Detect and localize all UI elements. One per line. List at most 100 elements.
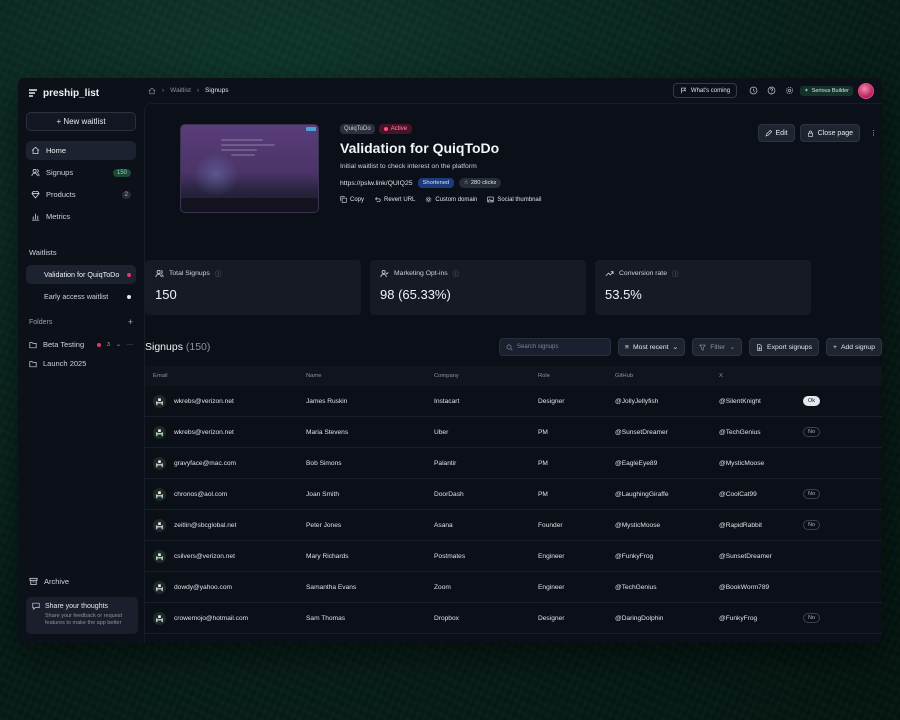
sidebar-item-signups[interactable]: Signups 150 [26,163,136,182]
table-row[interactable]: crowemojo@hotmail.com Sam Thomas Dropbox De… [145,603,882,634]
status-chip[interactable]: No [803,520,821,530]
cell-status: No [803,427,882,437]
plus-icon: + [833,343,837,351]
waitlist-url[interactable]: https://pslw.link/QUIQ25 [340,180,413,187]
col-github[interactable]: GitHub [615,373,719,379]
col-name[interactable]: Name [306,373,434,379]
status-chip[interactable]: Ok [803,396,821,406]
folder-item[interactable]: Beta Testing 3 ⌄ ··· [26,335,136,354]
cell-company: Palantir [434,459,457,467]
whats-coming-label: What's coming [690,87,731,94]
archive-link[interactable]: Archive [29,577,69,586]
filter-button[interactable]: Filter ⌄ [692,338,743,356]
user-avatar-icon [156,583,163,591]
col-role[interactable]: Role [538,373,615,379]
export-label: Export signups [767,343,812,351]
status-chip[interactable]: No [803,613,821,623]
waitlist-description: Initial waitlist to check interest on th… [340,163,477,170]
revert-url-button[interactable]: Revert URL [374,196,415,203]
breadcrumb-signups[interactable]: Signups [205,87,229,94]
status-badge: Active [378,124,413,134]
count-badge: 2 [121,190,131,199]
signups-table: Email Name Company Role GitHub X wkrebs@… [145,366,882,643]
copy-icon [340,196,347,203]
folder-item[interactable]: Launch 2025 [26,354,136,373]
chevron-down-icon[interactable]: ⌄ [116,341,121,348]
user-avatar-icon [156,397,163,405]
user-avatar[interactable] [858,82,874,99]
col-x[interactable]: X [719,373,803,379]
revert-url-label: Revert URL [384,196,416,203]
copy-button[interactable]: Copy [340,196,364,203]
col-email[interactable]: Email [153,373,306,379]
waitlist-item[interactable]: Validation for QuiqToDo [26,265,136,284]
social-thumbnail-button[interactable]: Social thumbnail [487,196,541,203]
users-icon [155,269,164,277]
close-page-button[interactable]: Close page [799,124,860,142]
table-row[interactable]: wkrebs@verizon.net James Ruskin Instacart D… [145,386,882,417]
search-input[interactable]: Search signups [517,344,558,350]
avatar [153,549,166,563]
cell-email: wkrebs@verizon.net [153,425,306,439]
history-icon[interactable] [749,86,758,95]
avatar [153,425,166,439]
email-text: chronos@aol.com [174,490,228,498]
email-text: wkrebs@verizon.net [174,428,234,436]
signups-count: (150) [185,341,211,353]
cell-email: gravyface@mac.com [153,456,306,470]
more-options-icon[interactable]: ⋮ [865,124,882,142]
folder-label: Beta Testing [43,340,85,349]
col-company[interactable]: Company [434,373,538,379]
stat-value: 98 (65.33%) [380,287,451,302]
table-row[interactable]: chronos@aol.com Joan Smith DoorDash PM @Laug… [145,479,882,510]
url-actions: Copy Revert URL Custom domain Social thu… [340,196,541,203]
user-avatar-icon [156,428,163,436]
table-row[interactable]: csilvers@verizon.net Mary Richards Postmat… [145,541,882,572]
whats-coming-button[interactable]: What's coming [672,83,738,98]
more-options-icon[interactable]: ··· [127,342,133,348]
table-row[interactable]: wkrebs@verizon.net Maria Stevens Uber PM @Su… [145,417,882,448]
waitlist-thumbnail[interactable] [180,124,319,213]
table-row[interactable]: gravyface@mac.com Bob Simons Palantir PM @Ea… [145,448,882,479]
feedback-card[interactable]: Share your thoughts Share your feedback … [26,597,138,634]
export-signups-button[interactable]: Export signups [749,338,819,356]
cell-x: @BookWorm789 [719,583,770,591]
app-logo[interactable]: preship_list [26,86,136,100]
bar-chart-icon [31,213,40,221]
plan-badge[interactable]: ✦ Serious Builder [800,85,853,96]
folders-header: Folders + [29,317,133,327]
search-signups[interactable]: Search signups [499,338,612,356]
email-text: zeitlin@sbcglobal.net [174,521,237,529]
status-chip[interactable]: No [803,489,821,499]
email-text: gravyface@mac.com [174,459,237,467]
cell-name: Joan Smith [306,490,339,498]
home-icon[interactable] [148,87,156,95]
email-text: dowdy@yahoo.com [174,583,233,591]
cell-company: Uber [434,428,449,436]
waitlist-item[interactable]: Early access waitlist [26,287,136,306]
add-signup-button[interactable]: + Add signup [826,338,882,356]
info-icon[interactable]: ⓘ [215,268,222,278]
user-avatar-icon [156,490,163,498]
edit-button[interactable]: Edit [757,124,795,142]
new-waitlist-button[interactable]: + New waitlist [26,112,136,131]
sidebar-item-products[interactable]: Products 2 [26,185,136,204]
folders-title: Folders [29,318,53,326]
chevron-right-icon: › [162,87,165,94]
help-icon[interactable] [767,86,776,95]
status-chip[interactable]: No [803,427,821,437]
gear-icon[interactable] [785,86,794,95]
info-icon[interactable]: ⓘ [672,268,679,278]
table-row[interactable]: zeitlin@sbcglobal.net Peter Jones Asana Fou… [145,510,882,541]
info-icon[interactable]: ⓘ [453,268,460,278]
table-row[interactable]: sabren@comcast.netJohn SmithPagerDutyPM@… [145,634,882,643]
custom-domain-button[interactable]: Custom domain [425,196,477,203]
cell-role: Founder [538,521,563,529]
add-folder-icon[interactable]: + [128,317,133,327]
table-row[interactable]: dowdy@yahoo.com Samantha Evans Zoom Enginee… [145,572,882,603]
breadcrumb-waitlist[interactable]: Waitlist [170,87,191,94]
sidebar-item-home[interactable]: Home [26,141,136,160]
product-tag[interactable]: QuiqToDo [340,124,375,134]
sort-dropdown[interactable]: ≡ Most recent ⌄ [618,338,686,356]
sidebar-item-metrics[interactable]: Metrics [26,207,136,226]
